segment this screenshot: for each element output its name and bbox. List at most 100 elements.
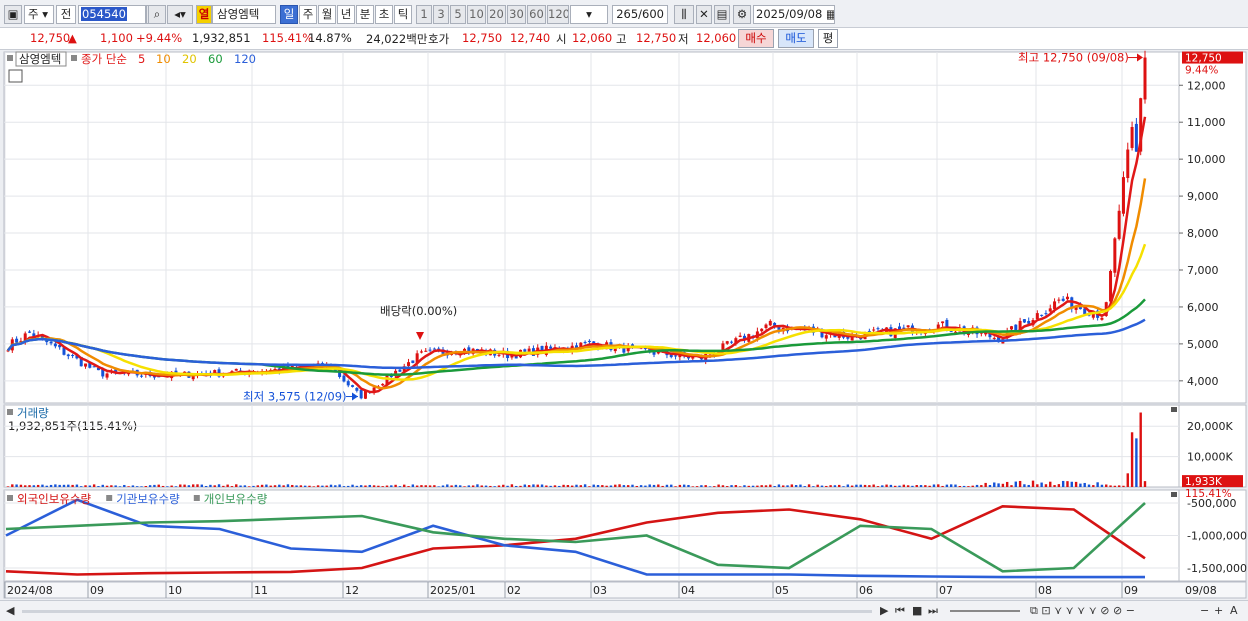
save-icon[interactable]: ▤ [714,5,730,24]
period-button-4[interactable]: 분 [356,5,374,24]
rewind-icon[interactable]: ⏮ [895,604,905,618]
scroll-right-icon[interactable]: ▶ [880,604,888,617]
volume-bar [1061,480,1065,487]
volume-bar [855,484,858,487]
minute-button-30[interactable]: 30 [507,5,526,24]
volume-bar [872,484,875,487]
volume-bar [605,485,608,487]
volume-bar [1079,483,1082,487]
calendar-icon[interactable]: ▦ [826,7,834,21]
volume-bar [1044,484,1048,487]
x-axis-label-6: 02 [507,584,521,597]
volume-bar [191,484,195,487]
layout-icon[interactable]: ▣ [4,5,22,24]
calculator-icon[interactable] [8,69,23,83]
font-size-icon[interactable]: A [1230,604,1238,617]
x-axis-label-12: 08 [1038,584,1052,597]
chart-tools-icon[interactable]: ⧉ ⊡ ⋎ ⋎ ⋎ ⋎ ⊘ ⊘ − [1030,604,1135,618]
candle-body [824,335,828,339]
volume-bar [179,484,182,487]
crosshair-icon[interactable]: ✕ [696,5,712,24]
period-button-1[interactable]: 주 [299,5,317,24]
volume-bar [170,485,173,487]
legend-ma-60: 60 [208,52,223,66]
zoom-slider[interactable] [950,610,1020,612]
volume-bar [230,486,234,487]
prefix-button[interactable]: 전 [56,5,76,24]
current-pct-axis-label: 9.44% [1185,65,1218,77]
volume-bar [312,486,315,487]
stop-icon[interactable]: ■ [912,604,922,617]
high-annotation: 최고 12,750 (09/08) [1018,51,1129,65]
zoom-out-icon[interactable]: − [1200,604,1209,617]
volume-bar [1092,485,1095,487]
candle-body [71,355,75,357]
price-tick-label-8: 4,000 [1187,375,1219,388]
period-button-2[interactable]: 월 [318,5,336,24]
eval-button[interactable]: 평 [818,29,838,48]
holdings-panel-close-icon[interactable] [1171,492,1177,497]
volume-bar [764,485,768,487]
legend-ma-label: 종가 단순 [81,52,127,66]
custom-period-select[interactable]: ▾ [570,5,608,24]
volume-bar [859,484,862,487]
candle-body [523,349,527,352]
horizontal-scrollbar[interactable] [22,610,872,613]
volume-bar [626,485,630,487]
volume-bar [721,485,725,487]
candle-body [84,363,88,367]
volume-bar [510,484,514,487]
period-button-0[interactable]: 일 [280,5,298,24]
sell-button[interactable]: 매도 [778,29,814,48]
period-button-3[interactable]: 년 [337,5,355,24]
zoom-in-icon[interactable]: + [1214,604,1223,617]
minute-button-1[interactable]: 1 [416,5,432,24]
sell-button-label: 매도 [785,31,807,45]
sel-badge[interactable]: 열 [196,5,212,24]
scroll-left-icon[interactable]: ◀ [6,604,14,617]
current-volume-axis-label: 1,933K [1185,476,1223,488]
minute-button-120[interactable]: 120 [547,5,569,24]
up-arrow-icon: ▲ [68,31,77,45]
search-icon[interactable]: ⌕ [148,5,166,24]
minute-button-3[interactable]: 3 [433,5,449,24]
volume-square-icon [7,409,13,415]
turnover-rate: 14.87% [308,31,352,45]
fast-forward-icon[interactable]: ⏭ [928,604,938,618]
volume-bar [588,486,591,487]
market-type-select[interactable]: 주 ▾ [24,5,54,24]
buy-button[interactable]: 매수 [738,29,774,48]
price-tick-label-2: 10,000 [1187,153,1226,166]
volume-bar [217,484,221,487]
stock-code-input[interactable]: 054540 [78,5,146,24]
volume-bar [691,486,694,487]
minute-button-5[interactable]: 5 [450,5,466,24]
period-button-5[interactable]: 초 [375,5,393,24]
volume-bar [226,484,229,487]
candle-type-icon[interactable]: ⫼ [674,5,694,24]
settings-gear-icon[interactable]: ⚙ [733,5,751,24]
volume-bar [536,484,539,487]
volume-bar [579,485,583,487]
volume-bar [398,486,402,487]
minute-button-60[interactable]: 60 [527,5,546,24]
volume-bar [110,485,113,487]
volume-bar [291,484,294,487]
volume-bar [45,485,48,487]
stock-name-field[interactable]: 삼영엠텍 [212,5,276,24]
volume-bar [372,485,376,487]
volume-bar [75,484,79,487]
minute-button-10[interactable]: 10 [467,5,486,24]
chart-area[interactable]: 2024/08 09 10 11 12 2025/01 02 03 04 05 06 07 08 09 09… [0,50,1248,601]
volume-bar [639,485,643,487]
date-field[interactable]: 2025/09/08 ▦ [753,5,835,24]
data-count-field[interactable]: 265/600 [612,5,668,24]
x-axis-label-3: 11 [254,584,268,597]
volume-panel-close-icon[interactable] [1171,407,1177,412]
volume-bar [635,485,638,487]
volume-bar [932,484,936,487]
minute-button-20[interactable]: 20 [487,5,506,24]
period-button-6[interactable]: 틱 [394,5,412,24]
sound-icon[interactable]: ◂▾ [167,5,193,24]
candle-body [28,331,32,333]
